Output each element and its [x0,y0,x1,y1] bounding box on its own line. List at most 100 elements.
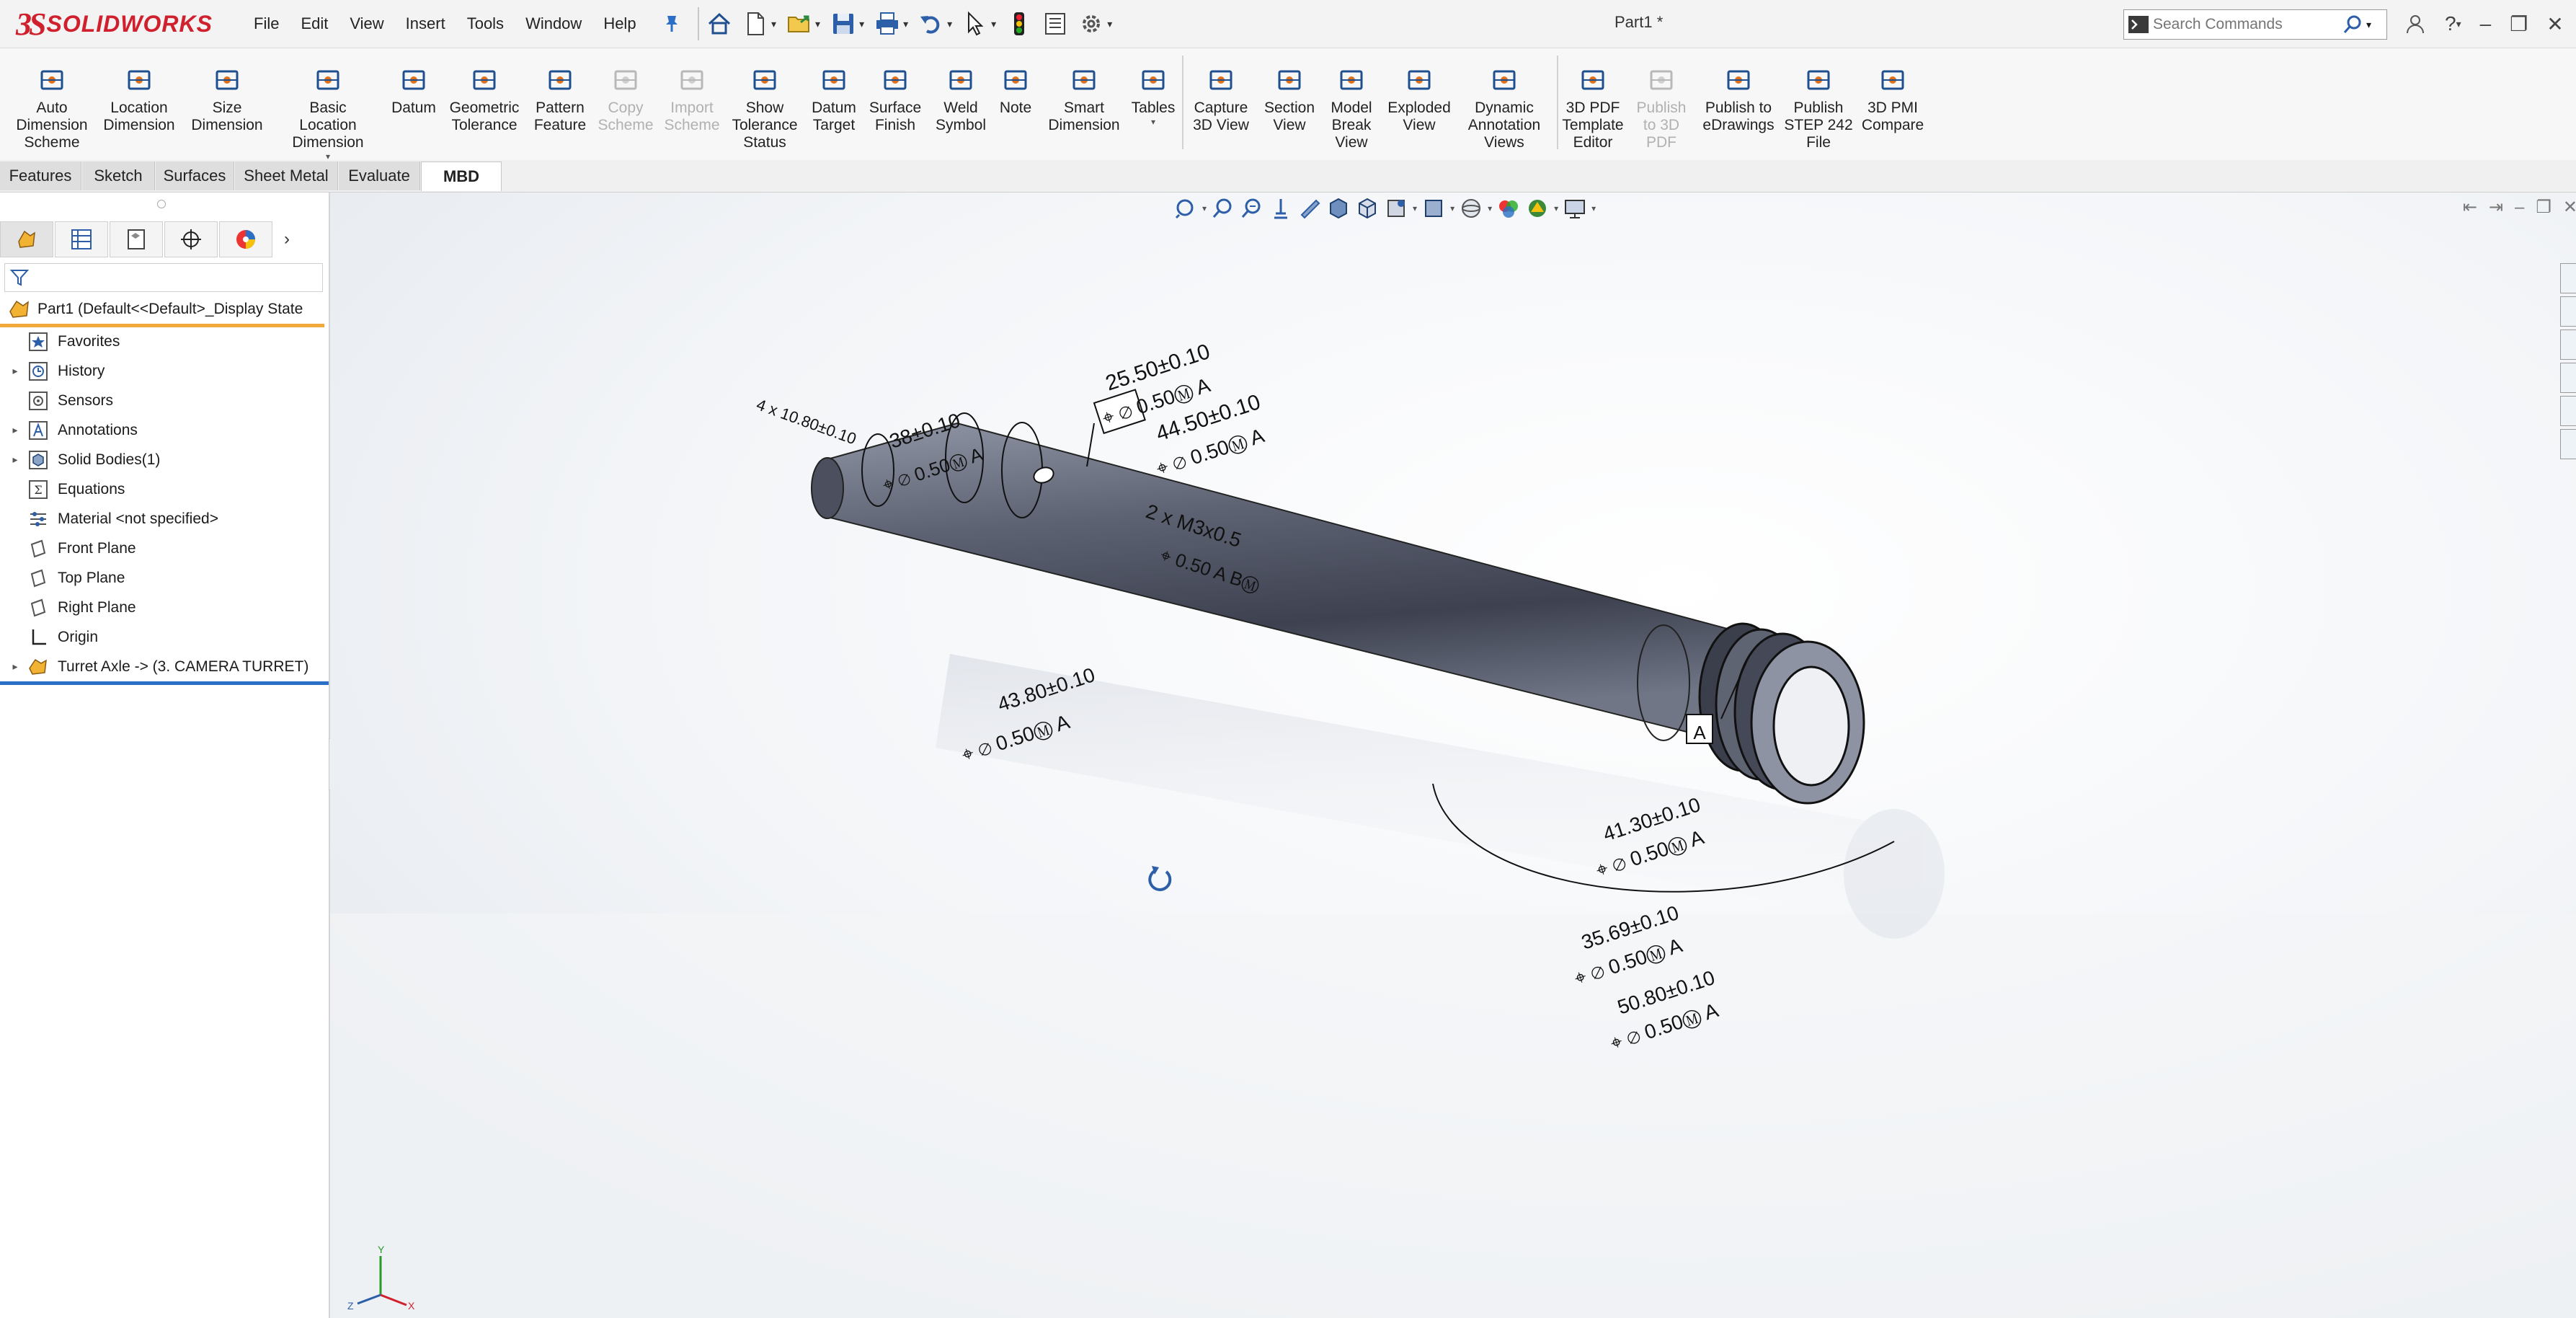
save-dropdown-arrow[interactable]: ▾ [859,18,864,30]
task-pane-file-explorer-tab[interactable] [2560,363,2576,393]
tree-node-solid-bodies-1[interactable]: ▸ Solid Bodies(1) [0,445,329,474]
options-dropdown-arrow[interactable]: ▾ [1107,18,1112,30]
ribbon-dropdown-arrow[interactable]: ▾ [1151,117,1155,127]
panel-grip[interactable] [157,200,166,208]
minimize-window-icon[interactable]: – [2476,12,2496,35]
apply-scene-icon[interactable] [1459,196,1483,221]
search-input[interactable] [2151,15,2342,34]
undo-button[interactable]: ▾ [915,6,955,42]
close-window-icon[interactable]: ✕ [2542,12,2567,36]
menu-insert[interactable]: Insert [397,10,454,37]
task-pane-home-tab[interactable] [2560,263,2576,293]
tree-node-sensors[interactable]: Sensors [0,386,329,415]
next-viewport-icon[interactable]: ⇥ [2489,197,2503,218]
configurationmanager-tab[interactable] [110,221,163,257]
displaymanager-tab[interactable] [219,221,272,257]
new-dropdown-arrow[interactable]: ▾ [771,18,776,30]
featuremanager-tab[interactable] [0,221,53,257]
tab-surfaces[interactable]: Surfaces [156,162,234,190]
restore-document-icon[interactable]: ❐ [2536,197,2551,218]
scene-dropdown-arrow[interactable]: ▾ [1488,203,1492,213]
view-orientation-icon[interactable] [1326,196,1351,221]
expand-arrow-icon[interactable]: ▸ [9,454,22,466]
tree-node-history[interactable]: ▸ History [0,356,329,386]
tab-features[interactable]: Features [0,162,81,190]
graphics-area[interactable]: 25.50±0.10 ⌖ ⌀ 0.50Ⓜ A 44.50±0.10 ⌖ ⌀ 0.… [330,193,2576,1318]
menu-window[interactable]: Window [517,10,590,37]
tab-evaluate[interactable]: Evaluate [339,162,420,190]
tree-node-annotations[interactable]: ▸ Annotations [0,415,329,445]
pin-menu-icon[interactable] [662,13,682,33]
save-button[interactable]: ▾ [827,6,867,42]
ribbon-button-geometric-tolerance[interactable]: Geometric Tolerance [441,66,528,134]
select-button[interactable]: ▾ [959,6,999,42]
ribbon-button-auto-dimension[interactable]: Auto Dimension Scheme [9,66,95,151]
expand-arrow-icon[interactable]: ▸ [9,365,22,377]
task-pane-resources-tab[interactable] [2560,296,2576,327]
menu-view[interactable]: View [341,10,392,37]
expand-arrow-icon[interactable]: ▸ [9,660,22,673]
file-properties-button[interactable] [1039,6,1071,42]
expand-arrow-icon[interactable]: ▸ [9,424,22,436]
datum-a-label[interactable]: A [1693,722,1706,743]
hide-show-dropdown-arrow[interactable]: ▾ [1413,203,1417,213]
zoom-to-fit-icon[interactable] [1173,196,1198,221]
tree-node-origin[interactable]: Origin [0,622,329,652]
ribbon-button-publish-3d-pdf[interactable]: Publish to 3D PDF [1618,66,1705,151]
tree-node-front-plane[interactable]: Front Plane [0,534,329,563]
solidworks-logo[interactable]: 3S SOLIDWORKS [16,6,213,42]
edit-appearance-icon[interactable] [1421,196,1446,221]
previous-viewport-icon[interactable]: ⇤ [2463,197,2477,218]
hide-show-items-icon[interactable] [1384,196,1408,221]
dynamic-annotation-icon[interactable] [1297,196,1322,221]
select-dropdown-arrow[interactable]: ▾ [991,18,996,30]
user-account-icon[interactable] [2400,13,2430,35]
menu-edit[interactable]: Edit [292,10,337,37]
tree-node-turret-axle-3-camera-turret[interactable]: ▸ Turret Axle -> (3. CAMERA TURRET) [0,652,329,685]
new-document-button[interactable]: ▾ [740,6,779,42]
propertymanager-tab[interactable] [55,221,108,257]
ribbon-button-pmi-compare[interactable]: 3D PMI Compare [1849,66,1936,134]
ribbon-button-basic-location-dimension[interactable]: Basic Location Dimension ▾ [285,66,371,162]
home-button[interactable] [703,6,735,42]
options-button[interactable]: ▾ [1075,6,1115,42]
realview-dropdown-arrow[interactable]: ▾ [1554,203,1558,213]
undo-dropdown-arrow[interactable]: ▾ [947,18,952,30]
ribbon-button-dynamic-annotation-views[interactable]: Dynamic Annotation Views [1461,66,1547,151]
realview-icon[interactable] [1525,196,1550,221]
tree-node-material-not-specified[interactable]: Material <not specified> [0,504,329,534]
tree-root-part[interactable]: Part1 (Default<<Default>_Display State [0,295,324,327]
ribbon-button-location-dimension[interactable]: Location Dimension [96,66,182,134]
view-settings-dropdown-arrow[interactable]: ▾ [1591,203,1596,213]
task-pane-design-library-tab[interactable] [2560,330,2576,360]
search-dropdown-arrow[interactable]: ▾ [2366,19,2371,31]
tree-node-right-plane[interactable]: Right Plane [0,593,329,622]
appearance-dropdown-arrow[interactable]: ▾ [1450,203,1454,213]
ribbon-button-size-dimension[interactable]: Size Dimension [184,66,270,134]
view-settings-monitor-icon[interactable] [1563,196,1587,221]
search-commands-box[interactable]: ▾ [2123,9,2387,40]
menu-file[interactable]: File [245,10,288,37]
section-view-icon[interactable] [1269,196,1293,221]
task-pane-custom-properties-tab[interactable] [2560,429,2576,459]
render-tools-icon[interactable] [1496,196,1521,221]
open-button[interactable]: ▾ [783,6,823,42]
tree-node-equations[interactable]: Σ Equations [0,474,329,504]
tree-node-top-plane[interactable]: Top Plane [0,563,329,593]
close-document-icon[interactable]: ✕ [2563,197,2576,218]
task-pane-appearances-tab[interactable] [2560,396,2576,426]
view-dropdown-arrow[interactable]: ▾ [1202,203,1207,213]
minimize-document-icon[interactable]: – [2515,198,2524,218]
zoom-to-area-icon[interactable] [1211,196,1235,221]
rebuild-button[interactable] [1003,6,1035,42]
restore-window-icon[interactable]: ❐ [2505,12,2532,36]
tab-sketch[interactable]: Sketch [82,162,155,190]
ribbon-button-exploded-view[interactable]: Exploded View [1376,66,1462,134]
print-dropdown-arrow[interactable]: ▾ [903,18,908,30]
tab-sheet-metal[interactable]: Sheet Metal [235,162,338,190]
previous-view-icon[interactable] [1240,196,1264,221]
more-tabs-chevron-icon[interactable]: › [284,229,290,249]
ribbon-button-edrawings[interactable]: Publish to eDrawings [1695,66,1782,134]
open-dropdown-arrow[interactable]: ▾ [815,18,820,30]
tree-node-favorites[interactable]: Favorites [0,327,329,356]
